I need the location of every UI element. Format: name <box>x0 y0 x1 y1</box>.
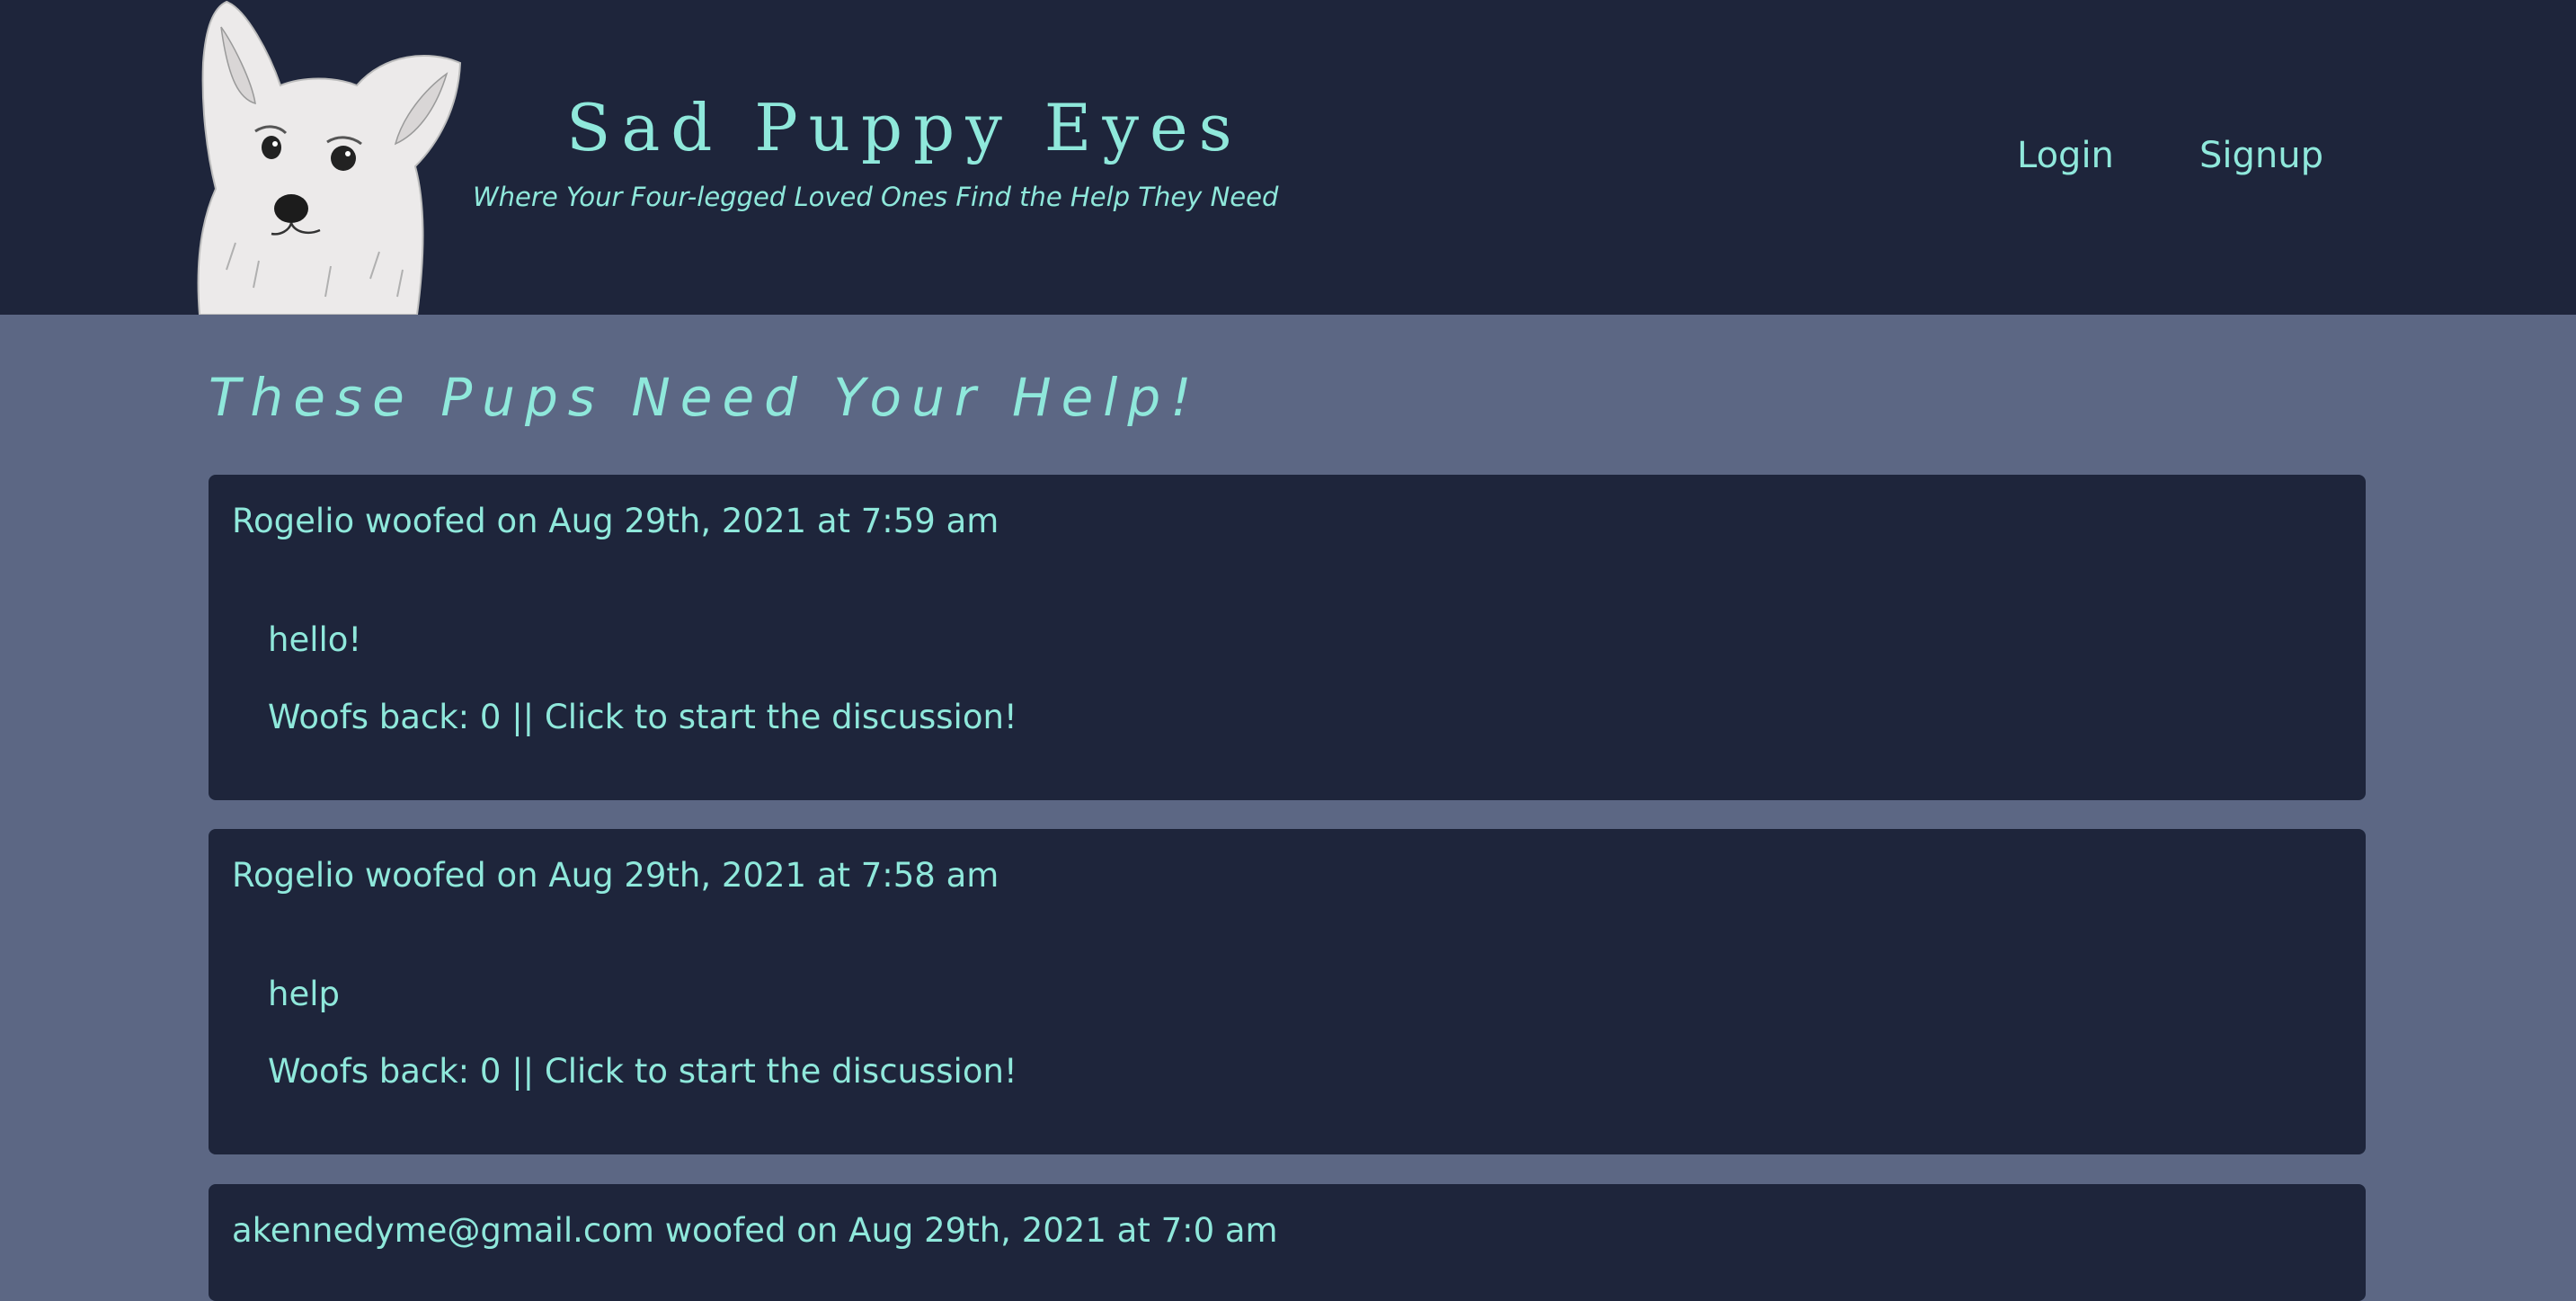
post-timestamp: woofed on Aug 29th, 2021 at 7:58 am <box>354 856 999 895</box>
post-meta: akennedyme@gmail.com woofed on Aug 29th,… <box>232 1211 1278 1250</box>
post-meta: Rogelio woofed on Aug 29th, 2021 at 7:58… <box>232 856 999 895</box>
post-meta: Rogelio woofed on Aug 29th, 2021 at 7:59… <box>232 502 999 540</box>
post-card: akennedyme@gmail.com woofed on Aug 29th,… <box>209 1184 2366 1301</box>
post-discussion-link[interactable]: Woofs back: 0 || Click to start the disc… <box>268 698 1017 736</box>
post-author-link[interactable]: Rogelio <box>232 856 354 895</box>
site-header: Sad Puppy Eyes Where Your Four-legged Lo… <box>0 0 2576 315</box>
nav-signup-link[interactable]: Signup <box>2199 135 2323 176</box>
post-card: Rogelio woofed on Aug 29th, 2021 at 7:58… <box>209 829 2366 1154</box>
post-body: hello! <box>268 620 362 659</box>
post-body: help <box>268 975 340 1013</box>
corgi-logo-icon <box>197 0 462 315</box>
nav-login-link[interactable]: Login <box>2017 135 2114 176</box>
site-tagline: Where Your Four-legged Loved Ones Find t… <box>473 182 1279 212</box>
post-timestamp: woofed on Aug 29th, 2021 at 7:59 am <box>354 502 999 540</box>
post-discussion-link[interactable]: Woofs back: 0 || Click to start the disc… <box>268 1052 1017 1091</box>
post-author-link[interactable]: akennedyme@gmail.com <box>232 1211 654 1250</box>
page-heading: These Pups Need Your Help! <box>209 367 1202 428</box>
site-title: Sad Puppy Eyes <box>566 90 1243 165</box>
post-author-link[interactable]: Rogelio <box>232 502 354 540</box>
post-timestamp: woofed on Aug 29th, 2021 at 7:0 am <box>653 1211 1278 1250</box>
post-card: Rogelio woofed on Aug 29th, 2021 at 7:59… <box>209 475 2366 800</box>
